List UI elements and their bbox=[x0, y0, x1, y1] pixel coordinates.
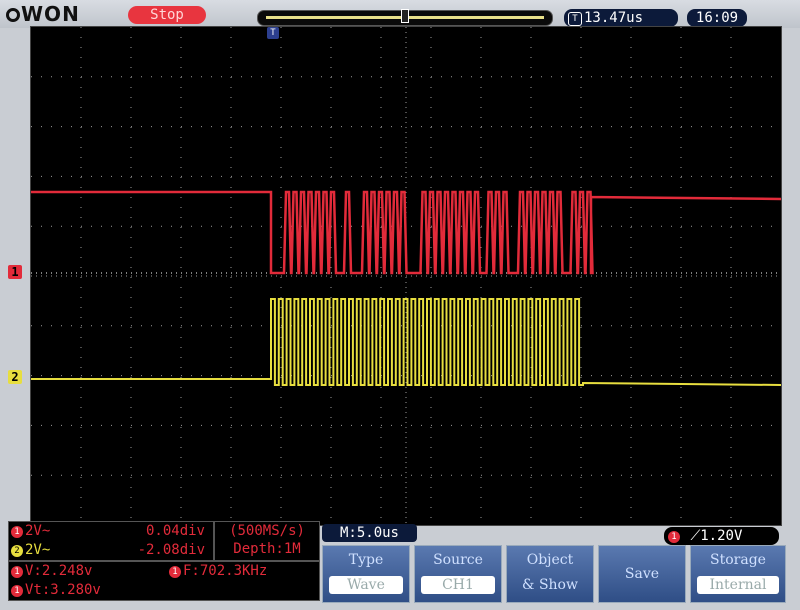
memory-position-bar bbox=[257, 9, 553, 26]
waveform-display bbox=[30, 26, 782, 526]
menu-source-button[interactable]: Source CH1 bbox=[414, 545, 502, 603]
menu-object-show-button[interactable]: Object & Show bbox=[506, 545, 594, 603]
rising-edge-icon: ⟋ bbox=[690, 528, 701, 544]
measure-ch-icon: 1 bbox=[11, 566, 23, 578]
sample-rate: (500MS/s) bbox=[229, 523, 305, 539]
menu-type-button[interactable]: Type Wave bbox=[322, 545, 410, 603]
menu-storage-button[interactable]: Storage Internal bbox=[690, 545, 786, 603]
ch1-scale: 2V~ bbox=[25, 523, 51, 539]
trigger-icon: T bbox=[568, 12, 582, 26]
trigger-level-readout: 1 ⟋1.20V bbox=[664, 527, 779, 545]
ch1-info-row: 1 2V~ 0.04div bbox=[11, 522, 209, 540]
clock: 16:09 bbox=[687, 9, 747, 27]
trigger-source-icon: 1 bbox=[668, 531, 680, 543]
menu-save-button[interactable]: Save bbox=[598, 545, 686, 603]
ch1-waveform bbox=[31, 190, 781, 275]
memory-depth: Depth:1M bbox=[233, 541, 301, 557]
measure-ch-icon: 1 bbox=[169, 566, 181, 578]
trigger-time-readout: T 13.47us bbox=[564, 9, 678, 27]
ch1-offset-marker[interactable]: 1 bbox=[8, 265, 22, 279]
ch2-scale: 2V~ bbox=[25, 542, 51, 558]
ch2-icon: 2 bbox=[11, 545, 23, 557]
trigger-position-marker[interactable]: T bbox=[267, 27, 279, 39]
trigger-level-value: 1.20V bbox=[700, 528, 743, 544]
measure-ch-icon: 1 bbox=[11, 585, 23, 597]
measure-f: 1 F:702.3KHz bbox=[169, 562, 267, 580]
channel-info-panel: 1 2V~ 0.04div 2 2V~ -2.08div bbox=[8, 521, 214, 561]
ch1-icon: 1 bbox=[11, 526, 23, 538]
measure-vt: 1 Vt:3.280v bbox=[11, 581, 101, 599]
measurement-panel: 1 V:2.248v 1 F:702.3KHz 1 Vt:3.280v bbox=[8, 561, 320, 601]
ch1-offset: 0.04div bbox=[145, 523, 205, 539]
brand-logo: WON bbox=[6, 3, 80, 25]
ch2-offset-marker[interactable]: 2 bbox=[8, 370, 22, 384]
timebase-readout: M:5.0us bbox=[322, 524, 417, 542]
measure-v: 1 V:2.248v bbox=[11, 562, 92, 580]
run-stop-indicator[interactable]: Stop bbox=[128, 6, 206, 24]
graticule bbox=[31, 27, 781, 525]
ch2-offset: -2.08div bbox=[137, 542, 205, 558]
acquisition-info: (500MS/s) Depth:1M bbox=[214, 521, 320, 561]
view-marker bbox=[401, 9, 409, 23]
ch2-info-row: 2 2V~ -2.08div bbox=[11, 541, 209, 559]
